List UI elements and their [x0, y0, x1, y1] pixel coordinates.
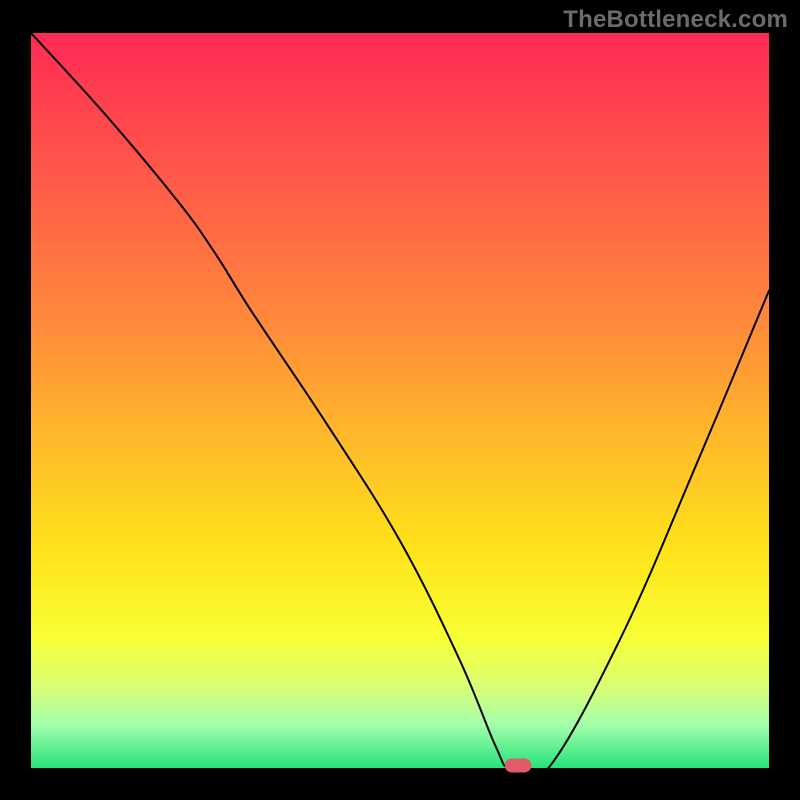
gradient-background — [31, 33, 769, 769]
optimum-marker — [505, 759, 531, 772]
bottleneck-chart — [0, 0, 800, 800]
watermark-text: TheBottleneck.com — [563, 6, 788, 34]
chart-stage: TheBottleneck.com — [0, 0, 800, 800]
